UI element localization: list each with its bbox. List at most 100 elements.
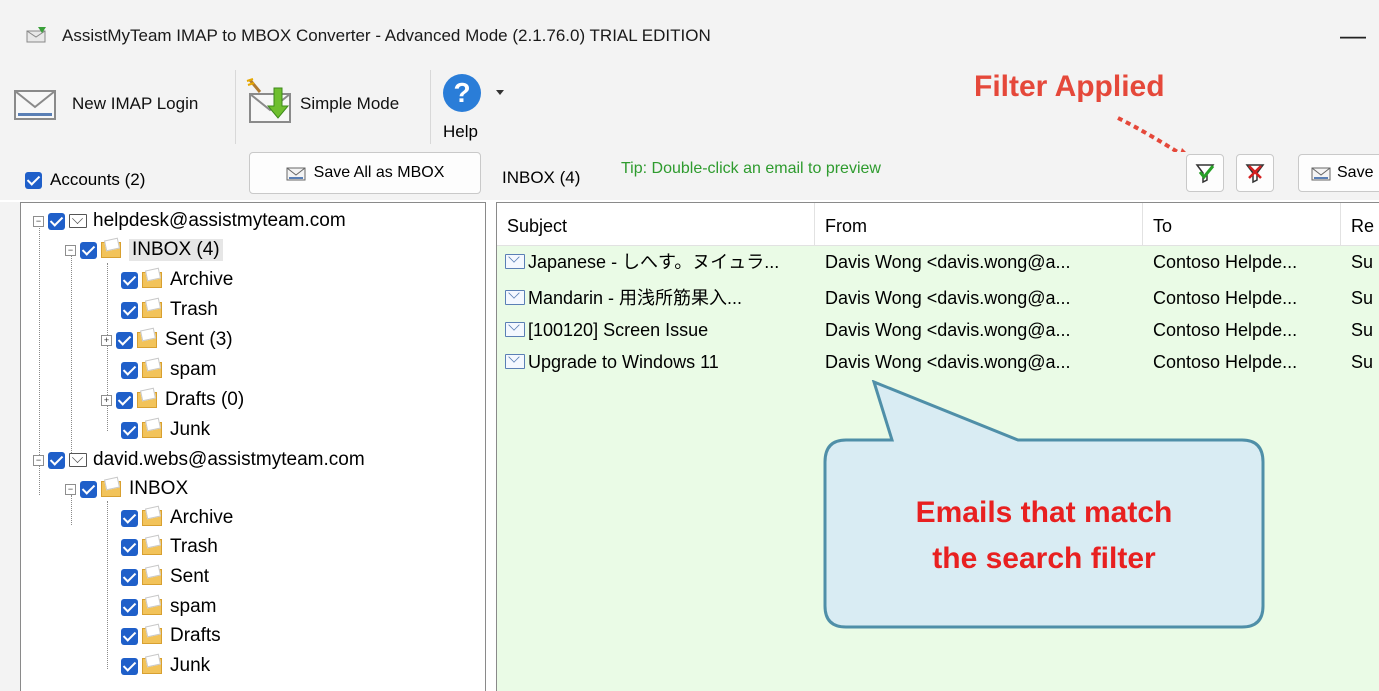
tree-label: david.webs@assistmyteam.com bbox=[93, 449, 365, 470]
tree-checkbox[interactable] bbox=[121, 568, 138, 586]
current-folder-label: INBOX (4) bbox=[502, 168, 581, 187]
envelope-icon bbox=[69, 214, 87, 228]
to-cell: Contoso Helpde... bbox=[1153, 288, 1298, 308]
to-cell: Contoso Helpde... bbox=[1153, 352, 1298, 372]
folder-icon bbox=[142, 302, 162, 318]
save-button[interactable]: Save bbox=[1298, 154, 1379, 192]
tree-checkbox[interactable] bbox=[80, 480, 97, 498]
simple-mode-button[interactable]: Simple Mode bbox=[244, 78, 399, 128]
tree-checkbox[interactable] bbox=[121, 538, 138, 556]
tree-checkbox[interactable] bbox=[121, 361, 138, 379]
table-row[interactable]: Mandarin - 用浅所筋果入... Davis Wong <davis.w… bbox=[497, 283, 1379, 313]
tree-folder-drafts[interactable]: + Drafts (0) bbox=[101, 386, 244, 414]
folder-icon bbox=[137, 392, 157, 408]
tree-folder-sent[interactable]: Sent bbox=[121, 563, 209, 591]
subject-cell: Mandarin - 用浅所筋果入... bbox=[497, 283, 815, 313]
collapse-icon[interactable]: − bbox=[33, 454, 44, 466]
tree-label: Junk bbox=[170, 655, 211, 676]
accounts-checkbox[interactable] bbox=[25, 171, 42, 189]
attachment-mail-icon bbox=[505, 354, 525, 370]
collapse-icon[interactable]: − bbox=[65, 483, 76, 495]
help-button[interactable]: ? Help bbox=[440, 74, 510, 152]
tree-folder-sent[interactable]: + Sent (3) bbox=[101, 326, 233, 354]
help-icon: ? bbox=[443, 74, 481, 112]
tree-label: Drafts (0) bbox=[165, 389, 245, 410]
expand-icon[interactable]: + bbox=[101, 394, 112, 406]
from-cell: Davis Wong <davis.wong@a... bbox=[825, 320, 1071, 340]
column-header-from[interactable]: From bbox=[815, 203, 1143, 245]
tree-checkbox[interactable] bbox=[121, 271, 138, 289]
collapse-icon[interactable]: − bbox=[33, 215, 44, 227]
received-cell: Su bbox=[1351, 320, 1374, 340]
tree-checkbox[interactable] bbox=[121, 509, 138, 527]
accounts-toggle[interactable]: Accounts (2) bbox=[25, 170, 145, 190]
clear-filter-button[interactable] bbox=[1236, 154, 1274, 192]
help-label: Help bbox=[443, 122, 478, 141]
callout-line-1: Emails that match bbox=[915, 496, 1173, 529]
minimize-button[interactable]: — bbox=[1338, 20, 1368, 50]
subject-text: Japanese - しへす。ヌイュラ... bbox=[528, 252, 780, 272]
tree-checkbox[interactable] bbox=[48, 212, 65, 230]
tree-checkbox[interactable] bbox=[116, 391, 133, 409]
envelope-icon bbox=[14, 90, 56, 120]
table-row[interactable]: Japanese - しへす。ヌイュラ... Davis Wong <davis… bbox=[497, 247, 1379, 277]
column-header-to[interactable]: To bbox=[1143, 203, 1341, 245]
collapse-icon[interactable]: − bbox=[65, 244, 76, 256]
tree-checkbox[interactable] bbox=[121, 301, 138, 319]
folder-icon bbox=[142, 628, 162, 644]
from-cell: Davis Wong <davis.wong@a... bbox=[825, 352, 1071, 372]
expand-icon[interactable]: + bbox=[101, 334, 112, 346]
from-cell: Davis Wong <davis.wong@a... bbox=[825, 288, 1071, 308]
tree-folder-archive[interactable]: Archive bbox=[121, 504, 233, 532]
tree-account-david[interactable]: − david.webs@assistmyteam.com bbox=[33, 446, 365, 474]
filter-applied-annotation: Filter Applied bbox=[974, 70, 1165, 103]
tree-folder-inbox[interactable]: − INBOX (4) bbox=[65, 236, 223, 264]
folder-icon bbox=[142, 539, 162, 555]
tree-checkbox[interactable] bbox=[116, 331, 133, 349]
tree-checkbox[interactable] bbox=[121, 627, 138, 645]
callout-line-2: the search filter bbox=[932, 542, 1156, 575]
subject-text: Upgrade to Windows 11 bbox=[528, 352, 719, 372]
subject-text: [100120] Screen Issue bbox=[528, 320, 709, 340]
tree-checkbox[interactable] bbox=[121, 598, 138, 616]
tree-folder-spam[interactable]: spam bbox=[121, 593, 216, 621]
tree-label: INBOX (4) bbox=[129, 239, 223, 261]
save-label: Save bbox=[1337, 164, 1374, 181]
tree-label: spam bbox=[170, 596, 217, 617]
folder-icon bbox=[142, 658, 162, 674]
tree-label: Archive bbox=[170, 507, 234, 528]
table-row[interactable]: [100120] Screen Issue Davis Wong <davis.… bbox=[497, 315, 1379, 345]
tree-connector bbox=[107, 501, 108, 669]
tree-folder-trash[interactable]: Trash bbox=[121, 296, 218, 324]
tree-folder-drafts[interactable]: Drafts bbox=[121, 622, 221, 650]
tree-checkbox[interactable] bbox=[48, 451, 65, 469]
tree-folder-junk[interactable]: Junk bbox=[121, 416, 210, 444]
tree-checkbox[interactable] bbox=[80, 241, 97, 259]
new-imap-login-button[interactable]: New IMAP Login bbox=[12, 80, 198, 128]
filter-applied-icon bbox=[1195, 164, 1215, 184]
tree-folder-inbox[interactable]: − INBOX bbox=[65, 475, 188, 503]
save-all-as-mbox-button[interactable]: Save All as MBOX bbox=[249, 152, 481, 194]
tree-checkbox[interactable] bbox=[121, 657, 138, 675]
tree-folder-archive[interactable]: Archive bbox=[121, 266, 233, 294]
tree-checkbox[interactable] bbox=[121, 421, 138, 439]
from-cell: Davis Wong <davis.wong@a... bbox=[825, 252, 1071, 272]
tree-folder-trash[interactable]: Trash bbox=[121, 533, 218, 561]
received-cell: Su bbox=[1351, 352, 1374, 372]
table-row[interactable]: Upgrade to Windows 11 Davis Wong <davis.… bbox=[497, 347, 1379, 377]
clear-filter-icon bbox=[1245, 164, 1265, 184]
tree-account-helpdesk[interactable]: − helpdesk@assistmyteam.com bbox=[33, 207, 346, 235]
apply-filter-button[interactable] bbox=[1186, 154, 1224, 192]
folder-icon bbox=[101, 481, 121, 497]
subject-cell: Japanese - しへす。ヌイュラ... bbox=[497, 247, 815, 277]
tree-label: helpdesk@assistmyteam.com bbox=[93, 210, 346, 231]
tree-folder-spam[interactable]: spam bbox=[121, 356, 216, 384]
tree-folder-junk[interactable]: Junk bbox=[121, 652, 210, 680]
tree-connector bbox=[39, 225, 40, 463]
tree-label: Trash bbox=[170, 299, 218, 320]
new-imap-login-label: New IMAP Login bbox=[72, 94, 199, 113]
column-header-subject[interactable]: Subject bbox=[497, 203, 815, 245]
received-cell: Su bbox=[1351, 288, 1374, 308]
folder-icon bbox=[142, 599, 162, 615]
column-header-received[interactable]: Re bbox=[1341, 203, 1379, 245]
